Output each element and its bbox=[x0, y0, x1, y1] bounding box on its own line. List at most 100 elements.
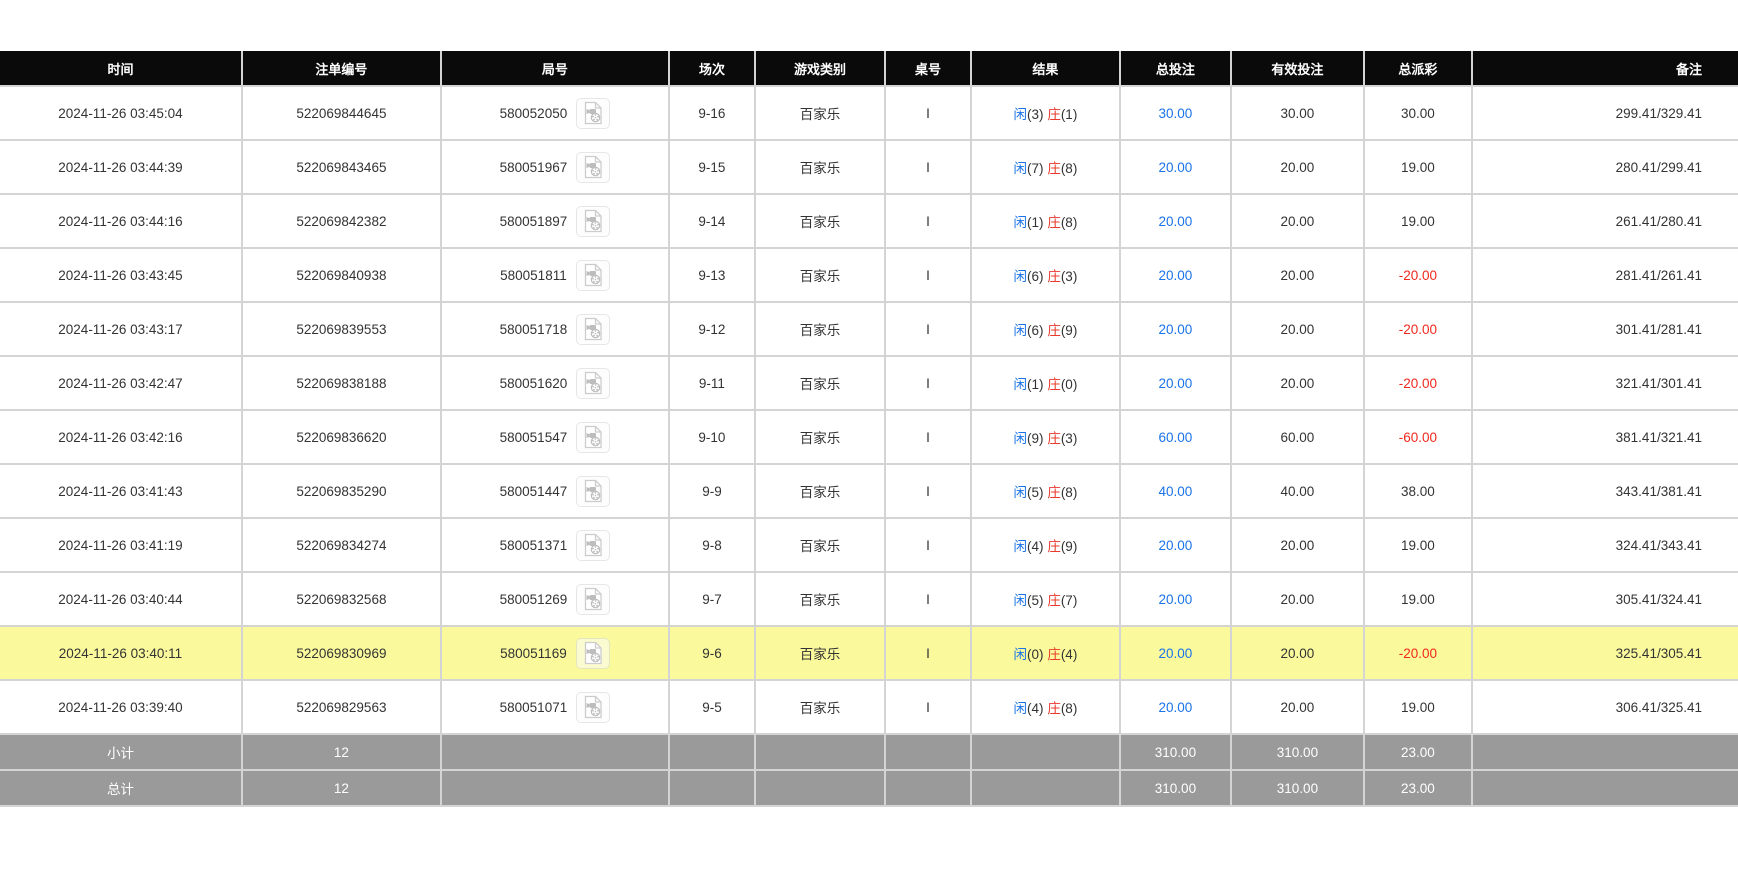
round-number: 580051620 bbox=[500, 376, 568, 391]
cell-total-bet: 20.00 bbox=[1120, 302, 1231, 356]
cell-time: 2024-11-26 03:42:16 bbox=[0, 410, 242, 464]
summary-empty-round bbox=[441, 734, 669, 770]
video-replay-button[interactable] bbox=[576, 368, 610, 399]
col-header-bet-number: 注单编号 bbox=[242, 51, 441, 86]
cell-game-type: 百家乐 bbox=[755, 86, 885, 140]
video-replay-button[interactable] bbox=[576, 638, 610, 669]
cell-valid-bet: 60.00 bbox=[1231, 410, 1364, 464]
video-replay-button[interactable] bbox=[576, 98, 610, 129]
cell-total-bet: 20.00 bbox=[1120, 248, 1231, 302]
video-file-icon bbox=[581, 371, 605, 395]
cell-remark: 299.41/329.41 bbox=[1472, 86, 1738, 140]
table-row: 2024-11-26 03:43:17 522069839553 5800517… bbox=[0, 302, 1738, 356]
result-player-points: (3) bbox=[1027, 107, 1044, 122]
video-replay-button[interactable] bbox=[576, 530, 610, 561]
video-replay-button[interactable] bbox=[576, 584, 610, 615]
table-row: 2024-11-26 03:42:47 522069838188 5800516… bbox=[0, 356, 1738, 410]
result-banker-label: 庄 bbox=[1047, 161, 1061, 176]
result-banker-points: (7) bbox=[1061, 593, 1078, 608]
cell-session: 9-6 bbox=[669, 626, 755, 680]
summary-total-payout: 23.00 bbox=[1364, 734, 1472, 770]
cell-result: 闲(5) 庄(8) bbox=[971, 464, 1120, 518]
round-number: 580051371 bbox=[500, 538, 568, 553]
video-replay-button[interactable] bbox=[576, 692, 610, 723]
cell-valid-bet: 20.00 bbox=[1231, 626, 1364, 680]
cell-total-bet: 20.00 bbox=[1120, 572, 1231, 626]
round-number: 580051547 bbox=[500, 430, 568, 445]
cell-result: 闲(6) 庄(3) bbox=[971, 248, 1120, 302]
cell-table-number: I bbox=[885, 572, 971, 626]
result-player-label: 闲 bbox=[1014, 593, 1028, 608]
summary-total-payout: 23.00 bbox=[1364, 770, 1472, 806]
summary-empty-session bbox=[669, 770, 755, 806]
result-banker-label: 庄 bbox=[1047, 215, 1061, 230]
cell-remark: 325.41/305.41 bbox=[1472, 626, 1738, 680]
cell-valid-bet: 20.00 bbox=[1231, 572, 1364, 626]
result-player-points: (0) bbox=[1027, 647, 1044, 662]
result-banker-label: 庄 bbox=[1047, 593, 1061, 608]
summary-empty-game bbox=[755, 734, 885, 770]
cell-result: 闲(4) 庄(8) bbox=[971, 680, 1120, 734]
round-number: 580051897 bbox=[500, 214, 568, 229]
cell-table-number: I bbox=[885, 626, 971, 680]
round-number: 580051718 bbox=[500, 322, 568, 337]
video-replay-button[interactable] bbox=[576, 422, 610, 453]
cell-table-number: I bbox=[885, 302, 971, 356]
video-replay-button[interactable] bbox=[576, 206, 610, 237]
cell-bet-number: 522069842382 bbox=[242, 194, 441, 248]
cell-bet-number: 522069835290 bbox=[242, 464, 441, 518]
round-number: 580051967 bbox=[500, 160, 568, 175]
col-header-valid-bet: 有效投注 bbox=[1231, 51, 1364, 86]
result-player-points: (4) bbox=[1027, 701, 1044, 716]
cell-time: 2024-11-26 03:43:17 bbox=[0, 302, 242, 356]
cell-result: 闲(0) 庄(4) bbox=[971, 626, 1120, 680]
video-file-icon bbox=[581, 155, 605, 179]
cell-game-type: 百家乐 bbox=[755, 356, 885, 410]
video-replay-button[interactable] bbox=[576, 476, 610, 507]
col-header-game-type: 游戏类别 bbox=[755, 51, 885, 86]
cell-valid-bet: 40.00 bbox=[1231, 464, 1364, 518]
cell-valid-bet: 20.00 bbox=[1231, 680, 1364, 734]
result-player-points: (1) bbox=[1027, 215, 1044, 230]
cell-bet-number: 522069843465 bbox=[242, 140, 441, 194]
cell-total-payout: 19.00 bbox=[1364, 518, 1472, 572]
table-row: 2024-11-26 03:45:04 522069844645 5800520… bbox=[0, 86, 1738, 140]
cell-total-bet: 20.00 bbox=[1120, 680, 1231, 734]
result-banker-points: (9) bbox=[1061, 539, 1078, 554]
cell-session: 9-13 bbox=[669, 248, 755, 302]
cell-game-type: 百家乐 bbox=[755, 572, 885, 626]
summary-total-bet: 310.00 bbox=[1120, 770, 1231, 806]
cell-round-number: 580051169 bbox=[441, 626, 669, 680]
round-number: 580051269 bbox=[500, 592, 568, 607]
summary-empty-table bbox=[885, 770, 971, 806]
cell-bet-number: 522069844645 bbox=[242, 86, 441, 140]
result-banker-points: (4) bbox=[1061, 647, 1078, 662]
cell-bet-number: 522069836620 bbox=[242, 410, 441, 464]
cell-game-type: 百家乐 bbox=[755, 140, 885, 194]
cell-valid-bet: 30.00 bbox=[1231, 86, 1364, 140]
result-banker-label: 庄 bbox=[1047, 269, 1061, 284]
table-row: 2024-11-26 03:43:45 522069840938 5800518… bbox=[0, 248, 1738, 302]
result-banker-points: (8) bbox=[1061, 485, 1078, 500]
cell-time: 2024-11-26 03:44:16 bbox=[0, 194, 242, 248]
result-player-points: (5) bbox=[1027, 485, 1044, 500]
video-file-icon bbox=[581, 587, 605, 611]
result-player-points: (9) bbox=[1027, 431, 1044, 446]
video-replay-button[interactable] bbox=[576, 260, 610, 291]
table-header-row: 时间 注单编号 局号 场次 游戏类别 桌号 结果 总投注 有效投注 总派彩 备注 bbox=[0, 51, 1738, 86]
table-row: 2024-11-26 03:40:44 522069832568 5800512… bbox=[0, 572, 1738, 626]
cell-game-type: 百家乐 bbox=[755, 626, 885, 680]
video-replay-button[interactable] bbox=[576, 314, 610, 345]
round-number: 580051811 bbox=[500, 268, 567, 283]
cell-session: 9-5 bbox=[669, 680, 755, 734]
col-header-total-payout: 总派彩 bbox=[1364, 51, 1472, 86]
cell-result: 闲(3) 庄(1) bbox=[971, 86, 1120, 140]
cell-result: 闲(6) 庄(9) bbox=[971, 302, 1120, 356]
cell-round-number: 580052050 bbox=[441, 86, 669, 140]
cell-total-bet: 20.00 bbox=[1120, 518, 1231, 572]
cell-remark: 324.41/343.41 bbox=[1472, 518, 1738, 572]
video-replay-button[interactable] bbox=[576, 152, 610, 183]
video-file-icon bbox=[581, 533, 605, 557]
result-player-points: (4) bbox=[1027, 539, 1044, 554]
cell-time: 2024-11-26 03:41:19 bbox=[0, 518, 242, 572]
